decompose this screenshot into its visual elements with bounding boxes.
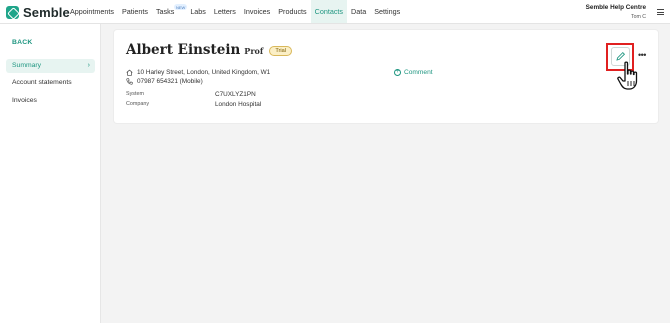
nav-patients[interactable]: Patients: [118, 0, 152, 23]
nav-invoices[interactable]: Invoices: [240, 0, 274, 23]
address-text: 10 Harley Street, London, United Kingdom…: [137, 69, 271, 76]
sidebar-item-label: Summary: [12, 62, 42, 69]
home-icon: [126, 69, 133, 76]
nav-tasks[interactable]: Tasks NEW: [152, 0, 188, 23]
chevron-right-icon: ›: [87, 62, 90, 69]
top-navigation-bar: Semble Appointments Patients Tasks NEW L…: [0, 0, 670, 24]
nav-letters[interactable]: Letters: [210, 0, 240, 23]
contact-address: 10 Harley Street, London, United Kingdom…: [126, 69, 270, 76]
nav-labs[interactable]: Labs: [186, 0, 210, 23]
main-nav: Appointments Patients Tasks NEW Labs Let…: [66, 0, 404, 23]
back-link[interactable]: BACK: [12, 39, 32, 46]
user-name: Tom C: [631, 14, 646, 20]
semble-logo[interactable]: Semble: [6, 5, 70, 20]
contact-phone: 07987 654321 (Mobile): [126, 78, 203, 85]
company-label: Company: [126, 101, 150, 107]
help-centre[interactable]: Semble Help Centre Tom C: [586, 4, 646, 20]
brand-name: Semble: [23, 5, 70, 20]
phone-text: 07987 654321 (Mobile): [137, 78, 203, 85]
add-comment-button[interactable]: + Comment: [394, 69, 433, 76]
nav-settings[interactable]: Settings: [370, 0, 404, 23]
nav-contacts[interactable]: Contacts: [310, 0, 348, 23]
comment-label: Comment: [404, 69, 433, 76]
contact-header: Albert Einstein Prof Trial: [126, 42, 292, 58]
new-badge: NEW: [173, 4, 188, 10]
nav-tasks-label: Tasks: [155, 7, 175, 16]
phone-icon: [126, 78, 133, 85]
sidebar-item-invoices[interactable]: Invoices: [6, 94, 95, 108]
nav-appointments[interactable]: Appointments: [66, 0, 118, 23]
contact-title: Prof: [244, 46, 264, 56]
plus-circle-icon: +: [394, 69, 401, 76]
nav-data[interactable]: Data: [347, 0, 370, 23]
system-value: C7UXLYZ1PN: [215, 91, 256, 98]
contact-summary-card: Albert Einstein Prof Trial 10 Harley Str…: [114, 30, 658, 123]
sidebar-item-account-statements[interactable]: Account statements: [6, 76, 95, 90]
sidebar-item-summary[interactable]: Summary ›: [6, 59, 95, 73]
status-badge: Trial: [269, 46, 292, 56]
sidebar-item-label: Account statements: [12, 79, 72, 86]
nav-products[interactable]: Products: [274, 0, 310, 23]
help-centre-link[interactable]: Semble Help Centre: [586, 4, 646, 11]
semble-logo-icon: [6, 6, 19, 19]
sidebar-item-label: Invoices: [12, 97, 37, 104]
more-options-icon[interactable]: •••: [638, 50, 646, 60]
company-value: London Hospital: [215, 101, 262, 108]
hand-pointer-icon: [617, 61, 638, 90]
system-label: System: [126, 91, 144, 97]
contact-name: Albert Einstein: [126, 42, 241, 58]
contact-sidebar: BACK Summary › Account statements Invoic…: [0, 24, 101, 323]
menu-icon[interactable]: [657, 9, 664, 17]
